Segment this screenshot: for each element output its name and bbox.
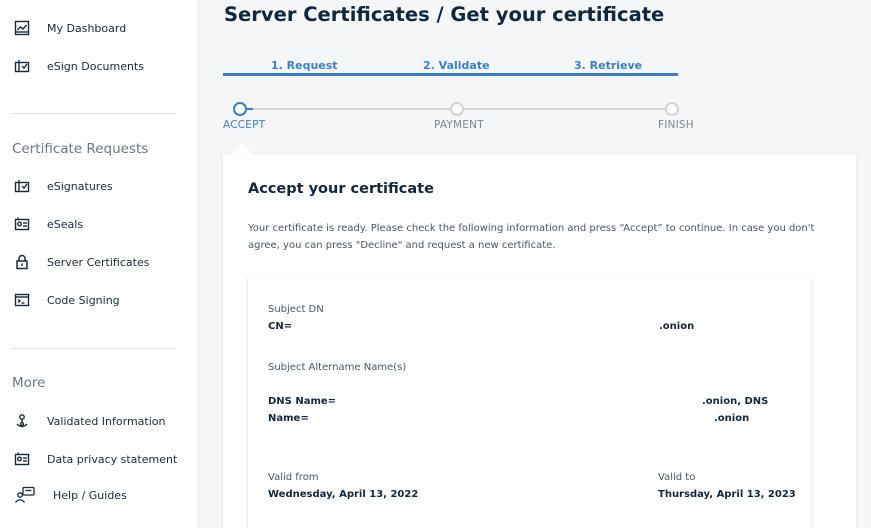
card-description: Your certificate is ready. Please check … — [248, 223, 815, 251]
help-icon — [13, 486, 37, 504]
valid-from-label: Valid from — [268, 472, 319, 483]
sidebar-item-server-certificates[interactable]: Server Certificates — [13, 251, 149, 273]
sidebar-section-more: More — [12, 375, 46, 391]
sidebar-item-label: Data privacy statement — [47, 452, 178, 466]
progress-step-finish-dot — [665, 102, 679, 116]
progress-step-finish-label: FINISH — [658, 119, 694, 131]
progress-step-payment-label: PAYMENT — [434, 119, 484, 131]
sidebar-item-label: Help / Guides — [53, 488, 127, 502]
privacy-icon — [13, 450, 31, 468]
sidebar-divider — [12, 348, 176, 349]
sidebar-item-label: eSeals — [47, 217, 84, 231]
alt-name-label: Subject Altername Name(s) — [268, 362, 407, 373]
sidebar-item-label: Server Certificates — [47, 255, 150, 269]
validated-icon — [13, 412, 31, 430]
subject-dn-prefix: CN= — [268, 321, 293, 332]
sidebar: My Dashboard eSign Documents Certificate… — [0, 0, 199, 528]
certificate-info-box: Subject DN CN= .onion Subject Altername … — [248, 276, 811, 528]
subject-dn-label: Subject DN — [268, 304, 324, 315]
card-title: Accept your certificate — [248, 181, 434, 197]
alt-name-line2-suffix: .onion — [714, 413, 750, 424]
esign-icon — [13, 57, 31, 75]
alt-name-line1-prefix: DNS Name= — [268, 396, 337, 407]
signature-icon — [13, 177, 31, 195]
sidebar-item-help-guides[interactable]: Help / Guides — [13, 484, 127, 506]
seal-icon — [13, 215, 31, 233]
tab-retrieve[interactable]: 3. Retrieve — [574, 59, 642, 72]
dashboard-icon — [13, 19, 31, 37]
sidebar-item-label: eSignatures — [47, 179, 113, 193]
sidebar-item-label: eSign Documents — [47, 59, 144, 73]
sidebar-item-label: Code Signing — [47, 293, 120, 307]
sidebar-item-eseals[interactable]: eSeals — [13, 213, 83, 235]
tab-request[interactable]: 1. Request — [271, 59, 338, 72]
page-title: Server Certificates / Get your certifica… — [224, 3, 665, 26]
sidebar-item-label: Validated Information — [47, 414, 166, 428]
sidebar-item-esign-documents[interactable]: eSign Documents — [13, 55, 144, 77]
main-content: Server Certificates / Get your certifica… — [199, 0, 871, 528]
sidebar-item-code-signing[interactable]: Code Signing — [13, 289, 120, 311]
sidebar-divider — [12, 113, 176, 114]
progress-step-accept-label: ACCEPT — [223, 119, 266, 131]
sidebar-item-label: My Dashboard — [47, 21, 127, 35]
valid-from-value: Wednesday, April 13, 2022 — [268, 489, 419, 500]
sidebar-item-esignatures[interactable]: eSignatures — [13, 175, 113, 197]
alt-name-line1-suffix: .onion, DNS — [702, 396, 769, 407]
sidebar-item-validated-information[interactable]: Validated Information — [13, 410, 165, 432]
code-icon — [13, 291, 31, 309]
alt-name-line2-prefix: Name= — [268, 413, 309, 424]
tab-validate[interactable]: 2. Validate — [423, 59, 490, 72]
valid-to-value: Thursday, April 13, 2023 — [658, 489, 796, 500]
sidebar-section-certificate-requests: Certificate Requests — [12, 141, 149, 157]
sidebar-item-my-dashboard[interactable]: My Dashboard — [13, 17, 126, 39]
valid-to-label: Valid to — [658, 472, 696, 483]
tabs-underline — [223, 73, 678, 76]
accept-certificate-card: Accept your certificate Your certificate… — [223, 154, 856, 528]
progress-step-payment-dot — [450, 102, 464, 116]
progress-step-accept-dot — [233, 102, 247, 116]
subject-dn-suffix: .onion — [659, 321, 695, 332]
lock-icon — [13, 253, 31, 271]
sidebar-item-data-privacy-statement[interactable]: Data privacy statement — [13, 448, 177, 470]
